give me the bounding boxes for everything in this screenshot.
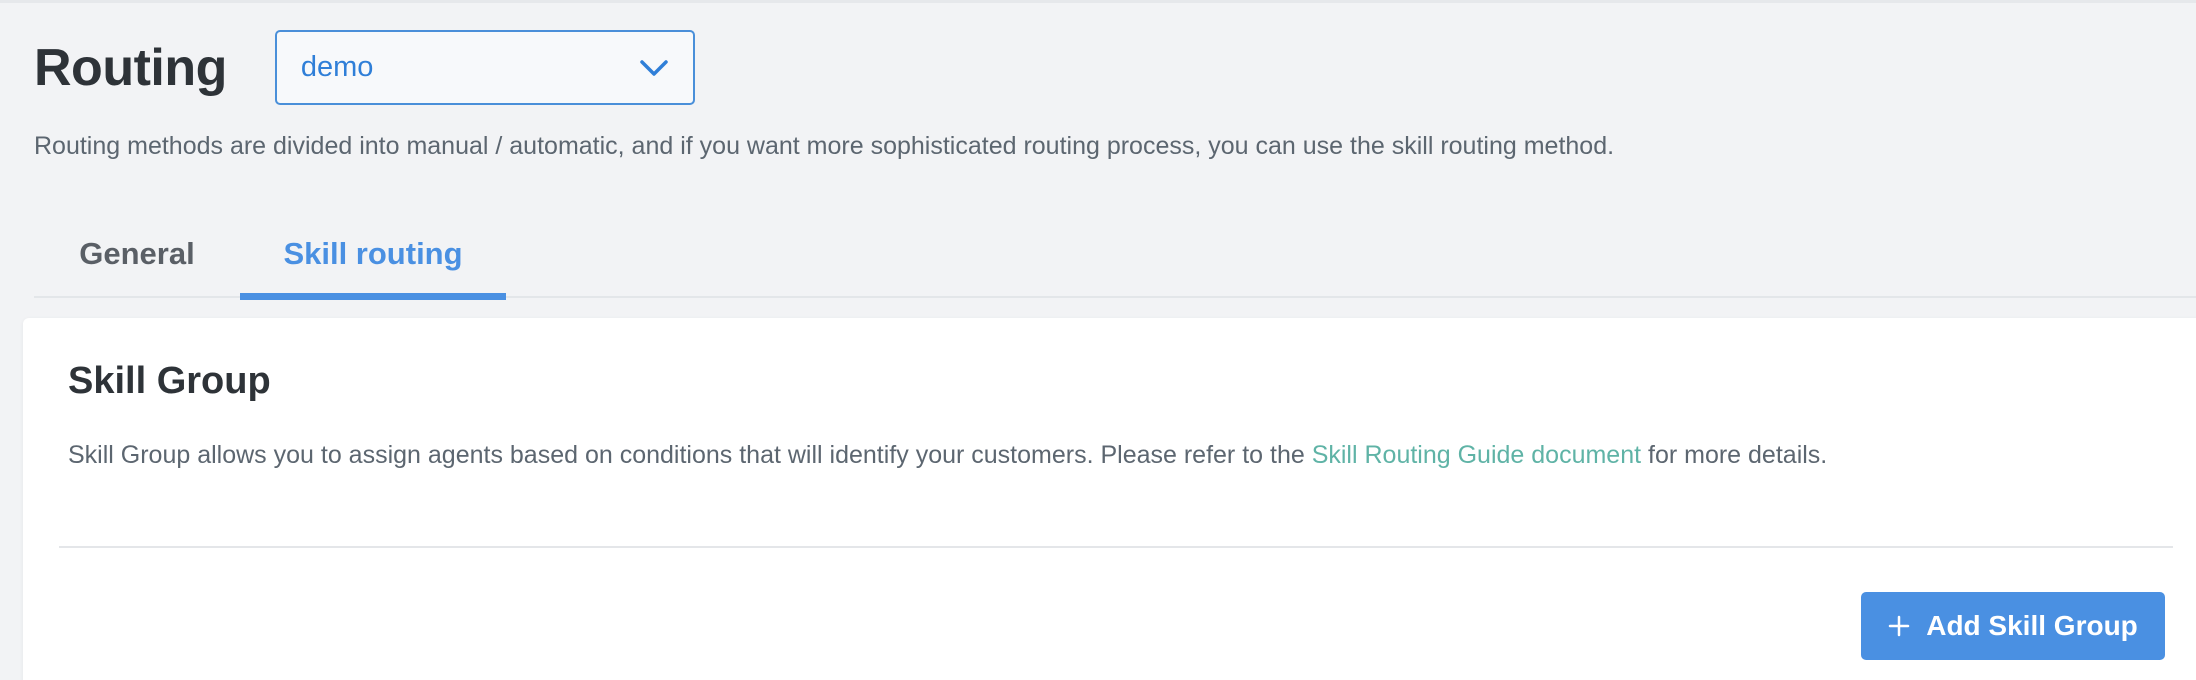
app-select-dropdown[interactable]: demo [274, 30, 695, 105]
skill-group-title: Skill Group [68, 360, 271, 402]
tab-skill-routing[interactable]: Skill routing [240, 210, 506, 300]
tab-general-label: General [79, 236, 195, 271]
page-title: Routing [34, 38, 227, 97]
chevron-down-icon [639, 58, 669, 78]
add-skill-group-button[interactable]: Add Skill Group [1861, 592, 2165, 660]
tab-skill-routing-label: Skill routing [283, 236, 463, 271]
card-divider [59, 546, 2173, 548]
add-skill-group-label: Add Skill Group [1926, 610, 2138, 641]
routing-tabs: General Skill routing [34, 210, 2196, 300]
skill-group-desc-before: Skill Group allows you to assign agents … [68, 441, 1312, 469]
plus-icon [1888, 615, 1910, 637]
skill-routing-guide-link[interactable]: Skill Routing Guide document [1312, 441, 1641, 469]
app-select-value: demo [300, 51, 374, 83]
skill-group-card: Skill Group Skill Group allows you to as… [23, 318, 2196, 680]
page-header: Routing demo [34, 30, 695, 105]
skill-group-description: Skill Group allows you to assign agents … [68, 436, 1828, 475]
top-edge-divider [0, 0, 2196, 3]
page-description: Routing methods are divided into manual … [34, 132, 1615, 160]
tab-general[interactable]: General [34, 210, 240, 298]
skill-group-desc-after: for more details. [1641, 441, 1828, 469]
